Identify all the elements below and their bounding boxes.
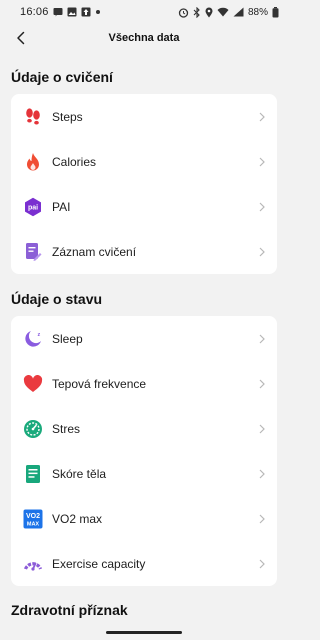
signal-icon: [233, 7, 244, 17]
list-item-sleep[interactable]: z Sleep: [11, 316, 277, 361]
back-button[interactable]: [10, 26, 32, 50]
list-item-vo2max[interactable]: VO2 MAX VO2 max: [11, 496, 277, 541]
footsteps-icon: [23, 107, 43, 127]
list-item-exercise-record[interactable]: Záznam cvičení: [11, 229, 277, 274]
list-item-label: Exercise capacity: [52, 556, 146, 571]
list-item-label: Sleep: [52, 331, 83, 346]
dot-icon: [95, 9, 101, 15]
exercise-card: Steps Calories pai PAI Záznam cvičení: [11, 94, 277, 274]
battery-icon: [272, 6, 279, 18]
list-item-heart-rate[interactable]: Tepová frekvence: [11, 361, 277, 406]
list-item-label: Calories: [52, 154, 97, 169]
chevron-right-icon: [257, 512, 267, 526]
list-item-exercise-capacity[interactable]: Exercise capacity: [11, 541, 277, 586]
chevron-right-icon: [257, 245, 267, 259]
home-indicator[interactable]: [106, 631, 182, 634]
back-arrow-icon: [17, 31, 25, 45]
list-item-label: Tepová frekvence: [52, 376, 147, 391]
status-card: z Sleep Tepová frekvence Stres Skóre těl…: [11, 316, 277, 586]
chevron-right-icon: [257, 377, 267, 391]
upload-icon: [81, 7, 91, 17]
bluetooth-icon: [193, 6, 201, 18]
location-icon: [205, 7, 213, 18]
list-item-label: VO2 max: [52, 511, 103, 526]
status-time: 16:06: [20, 6, 49, 18]
list-item-pai[interactable]: pai PAI: [11, 184, 277, 229]
gallery-icon: [67, 7, 77, 17]
exercise-record-icon: [23, 242, 43, 262]
list-item-stress[interactable]: Stres: [11, 406, 277, 451]
list-item-label: Záznam cvičení: [52, 244, 137, 259]
list-item-steps[interactable]: Steps: [11, 94, 277, 139]
list-item-label: Skóre těla: [52, 466, 107, 481]
vo2max-icon-top: VO2: [26, 513, 40, 520]
vo2max-icon-bottom: MAX: [27, 521, 40, 527]
pai-icon: pai: [23, 197, 43, 217]
list-item-label: PAI: [52, 199, 71, 214]
alarm-icon: [178, 7, 189, 18]
chevron-right-icon: [257, 422, 267, 436]
chevron-right-icon: [257, 557, 267, 571]
list-item-label: Steps: [52, 109, 83, 124]
section-title-status: Údaje o stavu: [11, 291, 103, 307]
list-item-label: Stres: [52, 421, 81, 436]
chevron-right-icon: [257, 200, 267, 214]
section-title-health: Zdravotní příznak: [11, 602, 128, 618]
flame-icon: [23, 152, 43, 172]
section-title-exercise: Údaje o cvičení: [11, 69, 113, 85]
list-item-body-score[interactable]: Skóre těla: [11, 451, 277, 496]
wifi-icon: [217, 7, 229, 17]
pai-icon-text: pai: [28, 204, 38, 211]
body-score-icon: [23, 464, 43, 484]
status-bar: 16:06 88%: [0, 0, 288, 24]
heart-icon: [23, 374, 43, 394]
message-icon: [53, 7, 63, 17]
chevron-right-icon: [257, 467, 267, 481]
vo2max-icon: VO2 MAX: [23, 509, 43, 529]
chevron-right-icon: [257, 332, 267, 346]
list-item-calories[interactable]: Calories: [11, 139, 277, 184]
capacity-gauge-icon: [23, 554, 43, 574]
chevron-right-icon: [257, 110, 267, 124]
page-title: Všechna data: [108, 32, 180, 44]
app-header: Všechna data: [0, 24, 288, 52]
svg-text:z: z: [38, 332, 41, 338]
battery-percent: 88%: [247, 6, 268, 18]
chevron-right-icon: [257, 155, 267, 169]
stress-gauge-icon: [23, 419, 43, 439]
moon-icon: z: [23, 329, 43, 349]
